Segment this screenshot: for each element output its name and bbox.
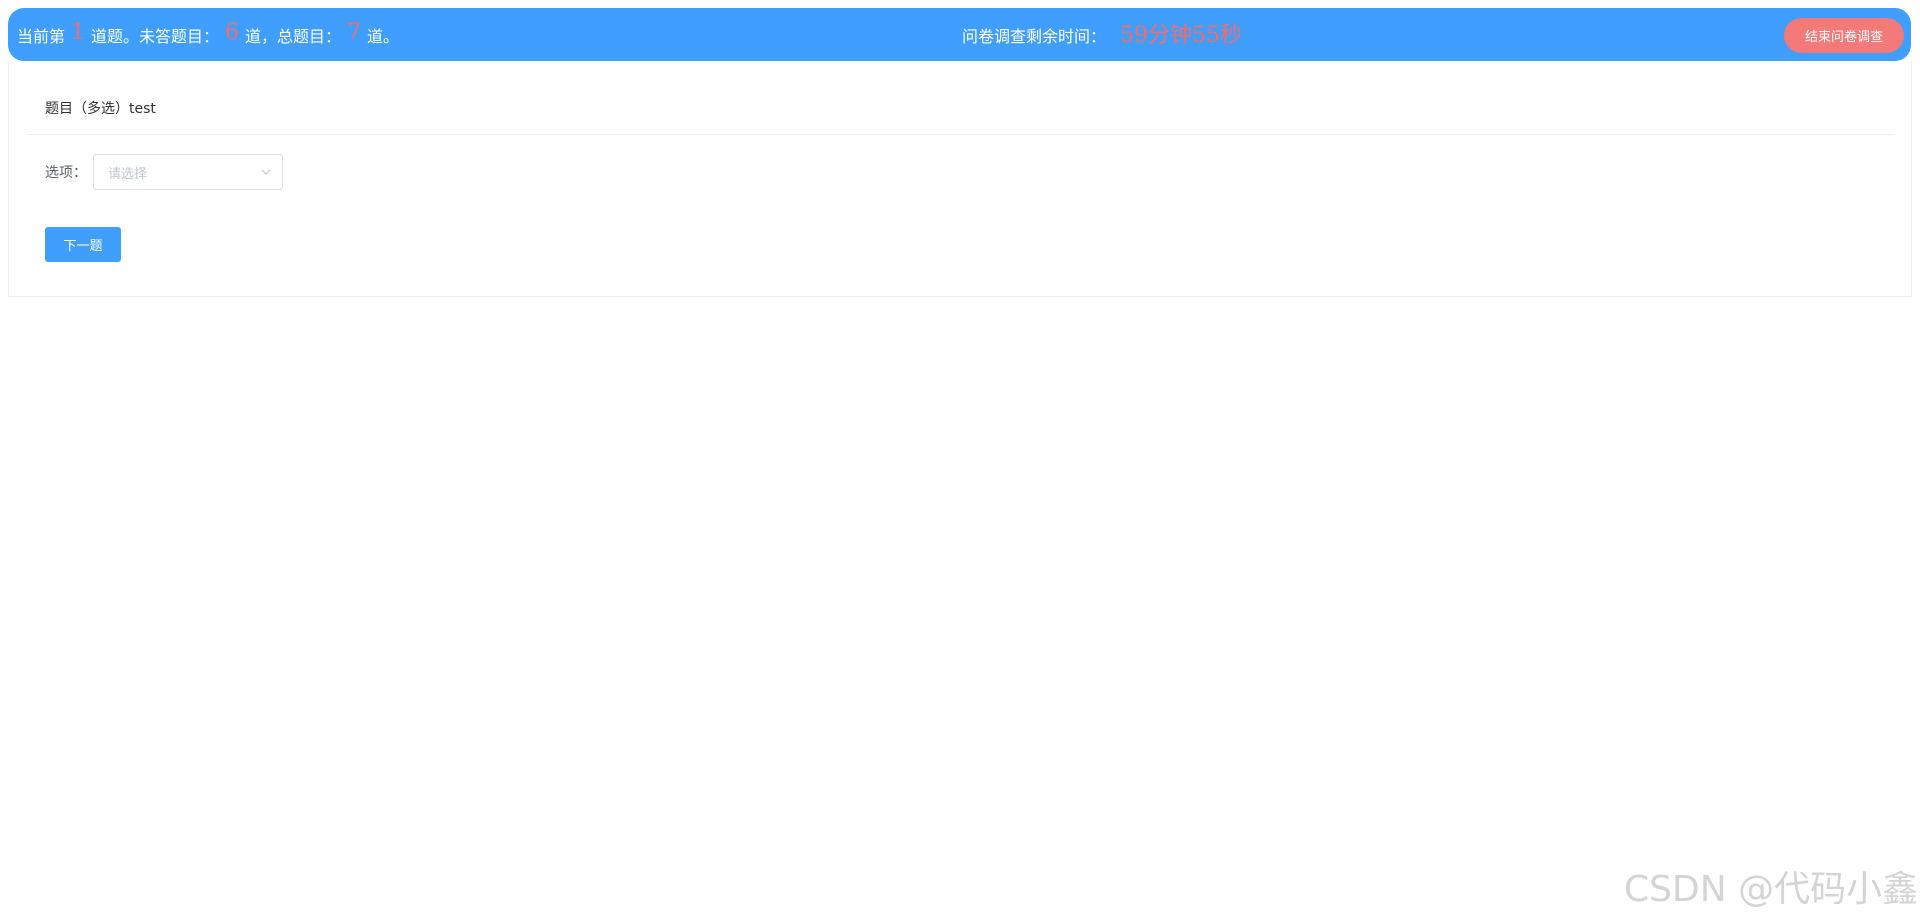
question-title: 题目（多选）test xyxy=(45,101,156,117)
next-question-button[interactable]: 下一题 xyxy=(45,227,121,262)
question-progress: 当前第 1 道题。未答题目： 6 道，总题目： 7 道。 xyxy=(17,8,399,61)
options-select[interactable]: 请选择 xyxy=(93,154,283,190)
select-placeholder: 请选择 xyxy=(108,166,148,182)
unanswered-count: 6 xyxy=(225,20,240,45)
timer-value: 59分钟55秒 xyxy=(1120,22,1243,48)
csdn-watermark: CSDN @代码小鑫 xyxy=(1624,869,1919,910)
timer-label: 问卷调查剩余时间： xyxy=(962,26,1107,46)
question-card-header: 题目（多选）test xyxy=(27,61,1895,135)
options-label: 选项： xyxy=(45,165,87,181)
current-question-number: 1 xyxy=(71,20,86,45)
progress-text-unanswered: 道题。未答题目： xyxy=(91,26,220,46)
progress-text-total: 道，总题目： xyxy=(245,26,342,46)
question-card: 题目（多选）test 选项： 请选择 下一题 xyxy=(8,61,1912,297)
survey-header-bar: 当前第 1 道题。未答题目： 6 道，总题目： 7 道。 问卷调查剩余时间： 5… xyxy=(8,8,1911,61)
chevron-down-icon xyxy=(261,169,271,175)
remaining-time: 问卷调查剩余时间： 59分钟55秒 xyxy=(962,8,1242,61)
progress-suffix: 道。 xyxy=(367,26,400,46)
progress-prefix: 当前第 xyxy=(17,26,66,46)
options-form-row: 选项： 请选择 xyxy=(45,154,283,190)
total-count: 7 xyxy=(347,20,362,45)
end-survey-button[interactable]: 结束问卷调查 xyxy=(1784,18,1904,53)
